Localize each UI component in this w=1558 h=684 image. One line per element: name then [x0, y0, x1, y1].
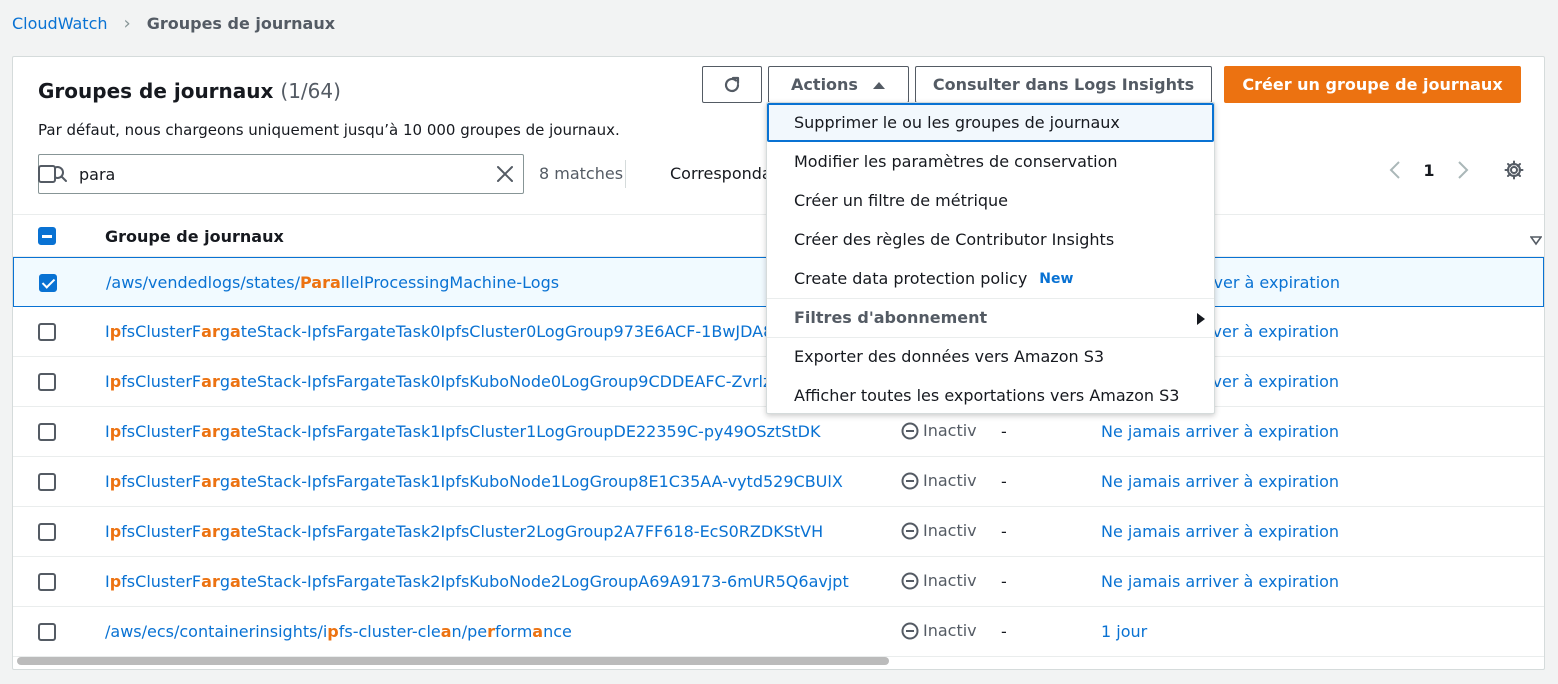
retention-link[interactable]: Ne jamais arriver à expiration [1101, 572, 1339, 591]
log-group-name-link[interactable]: IpfsClusterFargateStack-IpfsFargateTask1… [105, 422, 820, 441]
chevron-left-icon[interactable] [1378, 160, 1412, 180]
log-group-name-link[interactable]: /aws/vendedlogs/states/ParallelProcessin… [106, 273, 559, 292]
table-row[interactable]: IpfsClusterFargateStack-IpfsFargateTask2… [13, 557, 1544, 607]
chevron-right-icon[interactable] [1446, 160, 1480, 180]
horizontal-scrollbar[interactable] [17, 657, 889, 665]
column-header-log-group[interactable]: Groupe de journaux [105, 227, 284, 246]
minus-circle-icon [901, 572, 919, 589]
select-all-checkbox[interactable] [38, 227, 56, 245]
empty-cell: - [1001, 472, 1007, 491]
status-text: Inactiv [923, 571, 977, 590]
row-checkbox[interactable] [38, 623, 56, 641]
exact-match-checkbox[interactable] [38, 165, 56, 183]
view-in-logs-insights-button[interactable]: Consulter dans Logs Insights [915, 66, 1212, 103]
breadcrumb-cloudwatch-link[interactable]: CloudWatch [12, 14, 108, 33]
breadcrumb-current: Groupes de journaux [146, 14, 336, 33]
retention-link[interactable]: 1 jour [1101, 622, 1147, 641]
status-text: Inactiv [923, 421, 977, 440]
log-group-name-link[interactable]: IpfsClusterFargateStack-IpfsFargateTask2… [105, 522, 823, 541]
sort-down-icon[interactable] [1529, 231, 1543, 250]
status-text: Inactiv [923, 471, 977, 490]
breadcrumb: CloudWatch › Groupes de journaux [12, 13, 335, 34]
row-checkbox[interactable] [38, 373, 56, 391]
page-title-text: Groupes de journaux [38, 79, 274, 103]
table-row[interactable]: IpfsClusterFargateStack-IpfsFargateTask2… [13, 507, 1544, 557]
actions-menu: Supprimer le ou les groupes de journaux … [766, 102, 1215, 414]
menu-item-create-contributor-insights[interactable]: Créer des règles de Contributor Insights [767, 220, 1214, 259]
row-checkbox[interactable] [38, 323, 56, 341]
menu-item-export-to-s3[interactable]: Exporter des données vers Amazon S3 [767, 337, 1214, 376]
empty-cell: - [1001, 622, 1007, 641]
log-group-name-link[interactable]: IpfsClusterFargateStack-IpfsFargateTask0… [105, 372, 771, 391]
menu-item-edit-retention[interactable]: Modifier les paramètres de conservation [767, 142, 1214, 181]
status-cell: Inactiv [901, 521, 979, 540]
menu-item-label: Create data protection policy [794, 269, 1028, 288]
caret-right-icon [1196, 311, 1206, 330]
chevron-right-icon: › [123, 13, 131, 34]
log-group-name-link[interactable]: /aws/ecs/containerinsights/ipfs-cluster-… [105, 622, 572, 641]
menu-item-create-data-protection-policy[interactable]: Create data protection policy New [767, 259, 1214, 298]
log-group-name-link[interactable]: IpfsClusterFargateStack-IpfsFargateTask1… [105, 472, 843, 491]
refresh-button[interactable] [702, 66, 762, 103]
close-icon[interactable] [495, 164, 515, 188]
row-checkbox[interactable] [38, 423, 56, 441]
row-checkbox[interactable] [39, 274, 57, 292]
minus-circle-icon [901, 622, 919, 639]
log-group-name-link[interactable]: IpfsClusterFargateStack-IpfsFargateTask0… [105, 322, 773, 341]
gear-icon[interactable] [1504, 160, 1524, 180]
row-checkbox[interactable] [38, 523, 56, 541]
status-cell: Inactiv [901, 421, 979, 440]
retention-link[interactable]: Ne jamais arriver à expiration [1101, 422, 1339, 441]
page-number[interactable]: 1 [1412, 161, 1446, 180]
status-cell: Inactiv [901, 621, 979, 640]
minus-circle-icon [901, 472, 919, 489]
actions-button[interactable]: Actions [768, 66, 909, 103]
caret-up-icon [872, 81, 885, 89]
minus-circle-icon [901, 422, 919, 439]
menu-item-delete-log-groups[interactable]: Supprimer le ou les groupes de journaux [767, 103, 1214, 142]
page-description: Par défaut, nous chargeons uniquement ju… [38, 121, 620, 139]
empty-cell: - [1001, 422, 1007, 441]
new-badge: New [1039, 270, 1074, 287]
menu-item-subscription-filters[interactable]: Filtres d'abonnement [767, 298, 1214, 337]
log-group-name-link[interactable]: IpfsClusterFargateStack-IpfsFargateTask2… [105, 572, 849, 591]
status-text: Inactiv [923, 521, 977, 540]
page-title: Groupes de journaux (1/64) [38, 79, 341, 103]
divider [625, 160, 626, 188]
empty-cell: - [1001, 522, 1007, 541]
status-cell: Inactiv [901, 571, 979, 590]
minus-circle-icon [901, 522, 919, 539]
selection-count: (1/64) [280, 79, 341, 103]
create-log-group-button[interactable]: Créer un groupe de journaux [1224, 66, 1521, 103]
refresh-icon [724, 76, 740, 92]
row-checkbox[interactable] [38, 573, 56, 591]
actions-button-label: Actions [791, 75, 858, 94]
menu-item-create-metric-filter[interactable]: Créer un filtre de métrique [767, 181, 1214, 220]
match-count: 8 matches [539, 164, 624, 183]
retention-link[interactable]: Ne jamais arriver à expiration [1101, 522, 1339, 541]
exact-match-label: Correspondance exacte [670, 164, 770, 183]
table-row[interactable]: /aws/ecs/containerinsights/ipfs-cluster-… [13, 607, 1544, 657]
status-text: Inactiv [923, 621, 977, 640]
menu-item-label: Filtres d'abonnement [794, 308, 988, 327]
search-input[interactable] [79, 164, 479, 184]
search-box [38, 154, 524, 194]
retention-link[interactable]: Ne jamais arriver à expiration [1101, 472, 1339, 491]
status-cell: Inactiv [901, 471, 979, 490]
table-row[interactable]: IpfsClusterFargateStack-IpfsFargateTask1… [13, 457, 1544, 507]
pagination: 1 [1378, 160, 1534, 180]
menu-item-view-s3-exports[interactable]: Afficher toutes les exportations vers Am… [767, 376, 1214, 415]
empty-cell: - [1001, 572, 1007, 591]
row-checkbox[interactable] [38, 473, 56, 491]
